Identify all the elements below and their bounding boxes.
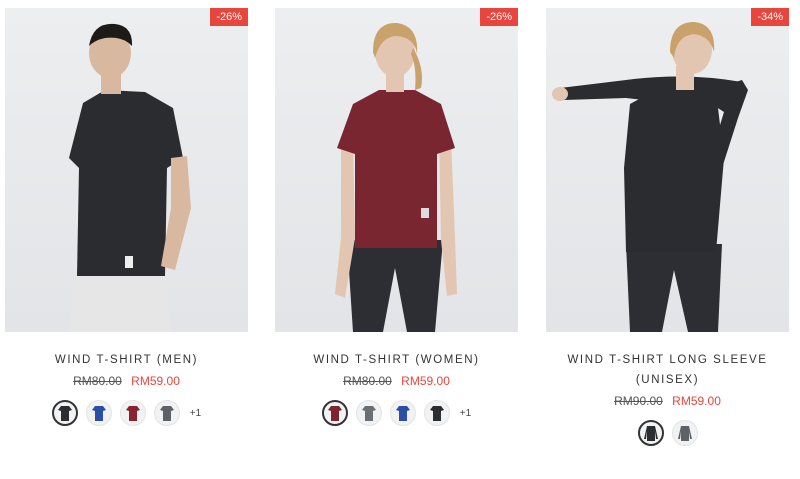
product-title-line: (UNISEX) <box>635 374 700 386</box>
long-sleeve-shirt-icon <box>677 426 692 441</box>
product-card[interactable]: -26% WIND T-SHIRT (WOMEN) RM80.00 RM59.0… <box>275 8 518 426</box>
more-colors-count[interactable]: +1 <box>190 408 201 419</box>
product-image[interactable]: -34% <box>546 8 789 332</box>
shirt-icon <box>57 406 72 421</box>
shirt-icon <box>91 406 106 421</box>
shirt-icon <box>159 406 174 421</box>
color-swatch-black[interactable] <box>423 400 450 426</box>
color-swatch-maroon[interactable] <box>321 400 348 426</box>
color-swatch-grey[interactable] <box>671 420 698 446</box>
discount-badge: -26% <box>210 8 248 26</box>
long-sleeve-shirt-icon <box>643 426 658 441</box>
product-image[interactable]: -26% <box>275 8 518 332</box>
product-title[interactable]: WIND T-SHIRT (MEN) <box>5 350 248 370</box>
discount-badge: -34% <box>751 8 789 26</box>
sale-price: RM59.00 <box>401 374 450 388</box>
color-swatches <box>546 420 789 446</box>
original-price: RM80.00 <box>73 374 122 388</box>
color-swatch-blue[interactable] <box>85 400 112 426</box>
color-swatch-grey[interactable] <box>355 400 382 426</box>
sale-price: RM59.00 <box>672 394 721 408</box>
shirt-icon <box>125 406 140 421</box>
color-swatch-black[interactable] <box>637 420 664 446</box>
original-price: RM90.00 <box>614 394 663 408</box>
color-swatch-blue[interactable] <box>389 400 416 426</box>
color-swatches: +1 <box>275 400 518 426</box>
product-card[interactable]: -26% WIND T-SHIRT (MEN) RM80.00 RM59.00 … <box>5 8 248 426</box>
product-image[interactable]: -26% <box>5 8 248 332</box>
shirt-icon <box>429 406 444 421</box>
product-title[interactable]: WIND T-SHIRT (WOMEN) <box>275 350 518 370</box>
model-illustration <box>552 22 748 332</box>
price-row: RM90.00 RM59.00 <box>546 394 789 408</box>
price-row: RM80.00 RM59.00 <box>5 374 248 388</box>
product-title[interactable]: WIND T-SHIRT LONG SLEEVE (UNISEX) <box>546 350 789 390</box>
model-illustration <box>69 23 191 332</box>
product-title-line: WIND T-SHIRT LONG SLEEVE <box>567 354 768 366</box>
color-swatches: +1 <box>5 400 248 426</box>
shirt-icon <box>395 406 410 421</box>
discount-badge: -26% <box>480 8 518 26</box>
shirt-icon <box>327 406 342 421</box>
price-row: RM80.00 RM59.00 <box>275 374 518 388</box>
original-price: RM80.00 <box>343 374 392 388</box>
product-card[interactable]: -34% WIND T-SHIRT LONG SLEEVE (UNISEX) R… <box>546 8 789 446</box>
model-illustration <box>335 22 457 332</box>
sale-price: RM59.00 <box>131 374 180 388</box>
color-swatch-grey[interactable] <box>153 400 180 426</box>
shirt-icon <box>361 406 376 421</box>
color-swatch-black[interactable] <box>51 400 78 426</box>
color-swatch-maroon[interactable] <box>119 400 146 426</box>
more-colors-count[interactable]: +1 <box>460 408 471 419</box>
